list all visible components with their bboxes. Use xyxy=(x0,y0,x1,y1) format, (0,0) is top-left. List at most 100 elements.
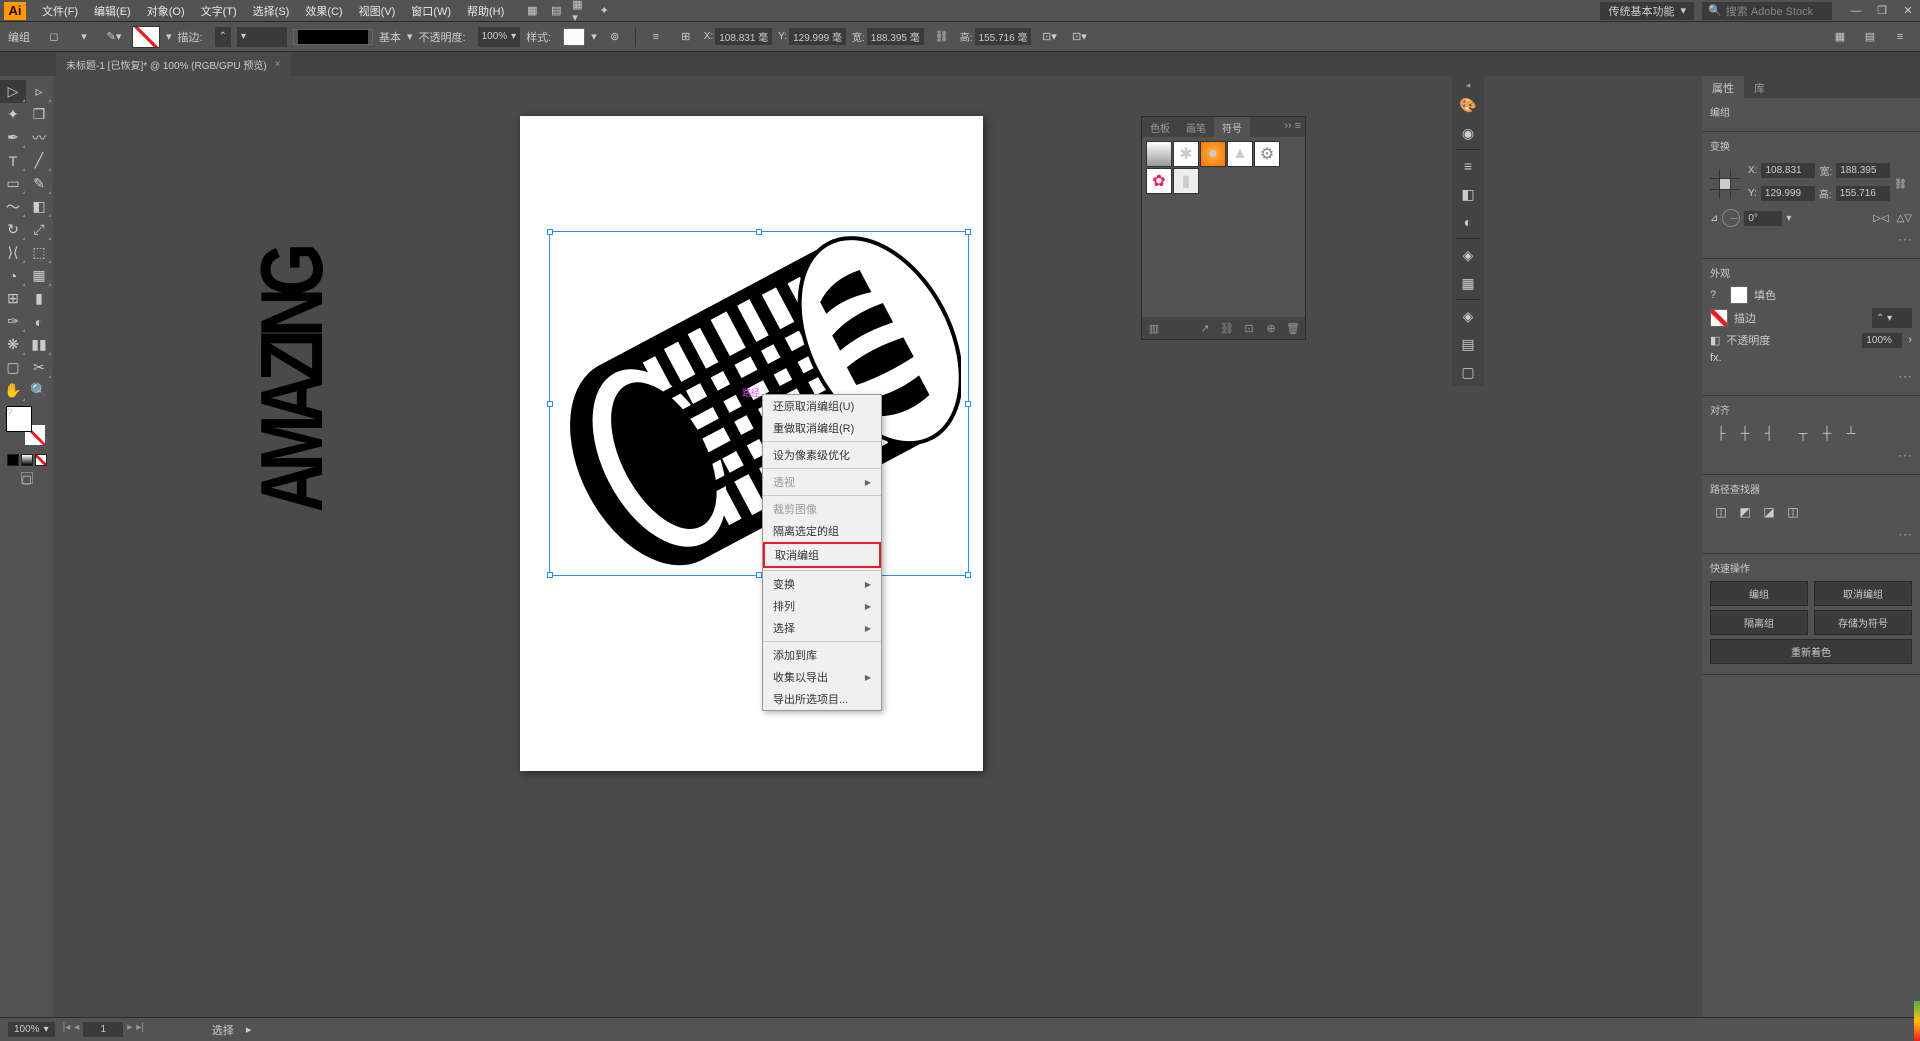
stroke-color-swatch[interactable] xyxy=(1710,309,1728,327)
stock-search[interactable]: 🔍搜索 Adobe Stock xyxy=(1702,2,1832,20)
paintbrush-tool[interactable]: ✎ xyxy=(26,172,52,195)
fill-swatch[interactable] xyxy=(132,26,160,48)
menu-file[interactable]: 文件(F) xyxy=(34,0,86,21)
symbol-item[interactable]: ▮ xyxy=(1173,168,1199,194)
color-panel-icon[interactable]: 🎨 xyxy=(1454,91,1482,119)
prop-h[interactable] xyxy=(1836,186,1890,201)
magic-wand-tool[interactable]: ✦ xyxy=(0,103,26,126)
panel-tab-swatches[interactable]: 色板 xyxy=(1142,117,1178,137)
more-opts-icon[interactable]: ⊡▾ xyxy=(1067,26,1091,48)
opacity-value[interactable]: 100%▾ xyxy=(478,27,521,47)
pf-exclude[interactable]: ◫ xyxy=(1782,502,1804,522)
stroke-panel-icon[interactable]: ≡ xyxy=(1454,152,1482,180)
panel-tab-symbols[interactable]: 符号 xyxy=(1214,117,1250,137)
reference-grid-icon[interactable]: ⊞ xyxy=(674,26,698,48)
stroke-weight-dd[interactable]: ⌃ ▾ xyxy=(1872,308,1912,328)
asset-export-icon[interactable]: ▤ xyxy=(1454,330,1482,358)
btn-ungroup[interactable]: 取消编组 xyxy=(1814,581,1912,606)
prop-w[interactable] xyxy=(1836,163,1890,178)
break-link-icon[interactable]: ⛓ xyxy=(1219,320,1235,336)
zoom-tool[interactable]: 🔍 xyxy=(26,379,52,402)
menu-edit[interactable]: 编辑(E) xyxy=(86,0,139,21)
align-bottom[interactable]: ┴ xyxy=(1840,423,1862,443)
current-page[interactable]: 1 xyxy=(83,1022,123,1037)
workspace-dropdown[interactable]: 传统基本功能▾ xyxy=(1600,2,1694,20)
eyedropper-tool[interactable]: ✑ xyxy=(0,310,26,333)
prop-opacity[interactable] xyxy=(1862,333,1902,348)
flip-v-icon[interactable]: △▽ xyxy=(1897,213,1912,224)
direct-selection-tool[interactable]: ▹ xyxy=(26,80,52,103)
minimize-button[interactable]: — xyxy=(1848,3,1864,19)
stroke-style-preview[interactable] xyxy=(293,29,373,45)
style-swatch[interactable] xyxy=(563,28,585,46)
rotate-tool[interactable]: ↻ xyxy=(0,218,26,241)
stroke-width-dd[interactable]: ▾ xyxy=(237,27,287,47)
symbol-item[interactable]: ✿ xyxy=(1146,168,1172,194)
gradient-panel-icon[interactable]: ◧ xyxy=(1454,180,1482,208)
hand-tool[interactable]: ✋ xyxy=(0,379,26,402)
cm-arrange[interactable]: 排列▶ xyxy=(763,595,881,617)
symbol-item[interactable]: ▲ xyxy=(1227,141,1253,167)
tab-close-icon[interactable]: × xyxy=(275,59,281,70)
reference-point-grid[interactable] xyxy=(1710,169,1740,199)
sel-handle[interactable] xyxy=(756,229,762,235)
prop-angle[interactable] xyxy=(1744,211,1782,226)
cm-redo[interactable]: 重做取消编组(R) xyxy=(763,417,881,439)
pf-intersect[interactable]: ◪ xyxy=(1758,502,1780,522)
cm-isolate[interactable]: 隔离选定的组 xyxy=(763,520,881,542)
menu-effect[interactable]: 效果(C) xyxy=(297,0,350,21)
tab-libraries[interactable]: 库 xyxy=(1744,76,1775,98)
align-right[interactable]: ┤ xyxy=(1758,423,1780,443)
zoom-level[interactable]: 100%▾ xyxy=(8,1022,55,1037)
align-icon[interactable]: ≡ xyxy=(644,26,668,48)
toggle-icon-d[interactable]: ✦ xyxy=(596,3,612,19)
symbol-item[interactable] xyxy=(1146,141,1172,167)
fill-color-swatch[interactable] xyxy=(1730,286,1748,304)
btn-isolate[interactable]: 隔离组 xyxy=(1710,610,1808,635)
shaper-tool[interactable]: 〜 xyxy=(0,195,26,218)
gradient-tool[interactable]: ▮ xyxy=(26,287,52,310)
cm-perspective[interactable]: 透视▶ xyxy=(763,471,881,493)
pathfinder-more-icon[interactable]: ⋯ xyxy=(1898,526,1912,543)
eraser-tool[interactable]: ◧ xyxy=(26,195,52,218)
column-graph-tool[interactable]: ▮▮ xyxy=(26,333,52,356)
symbol-sprayer-tool[interactable]: ❋ xyxy=(0,333,26,356)
link-wh-icon[interactable]: ⛓ xyxy=(930,26,954,48)
cm-transform[interactable]: 变换▶ xyxy=(763,573,881,595)
selection-tool[interactable]: ▷ xyxy=(0,80,26,103)
blend-tool[interactable]: ◐ xyxy=(26,310,52,333)
menu-type[interactable]: 文字(T) xyxy=(193,0,245,21)
cm-add-library[interactable]: 添加到库 xyxy=(763,644,881,666)
bbox-icon[interactable]: ◻ xyxy=(42,26,66,48)
sel-handle[interactable] xyxy=(547,401,553,407)
coord-w[interactable]: 188.395 毫 xyxy=(867,28,924,45)
edit-icon[interactable]: ✎▾ xyxy=(102,26,126,48)
free-transform-tool[interactable]: ⬚ xyxy=(26,241,52,264)
align-left[interactable]: ├ xyxy=(1710,423,1732,443)
close-button[interactable]: ✕ xyxy=(1900,3,1916,19)
panel-collapse-icon[interactable]: ›› ≡ xyxy=(1280,117,1305,137)
menu-select[interactable]: 选择(S) xyxy=(245,0,298,21)
color-guide-icon[interactable]: ◉ xyxy=(1454,119,1482,147)
shape-builder-tool[interactable]: ◔ xyxy=(0,264,26,287)
toggle-icon-c[interactable]: ▦ ▾ xyxy=(572,3,588,19)
cm-export-selection[interactable]: 导出所选项目... xyxy=(763,688,881,710)
pen-tool[interactable]: ✒ xyxy=(0,126,26,149)
type-tool[interactable]: T xyxy=(0,149,26,172)
mesh-tool[interactable]: ⊞ xyxy=(0,287,26,310)
maximize-button[interactable]: ❐ xyxy=(1874,3,1890,19)
arrange-doc-icon[interactable]: ▤ xyxy=(1858,26,1882,48)
mini-gradient[interactable] xyxy=(21,454,33,466)
flip-h-icon[interactable]: ▷◁ xyxy=(1873,213,1888,224)
menu-help[interactable]: 帮助(H) xyxy=(459,0,512,21)
canvas[interactable]: AMAZING xyxy=(53,76,1702,1017)
symbol-options-icon[interactable]: ⊡ xyxy=(1241,320,1257,336)
graphic-styles-icon[interactable]: ▦ xyxy=(1454,269,1482,297)
shape-opts-icon[interactable]: ⊡▾ xyxy=(1037,26,1061,48)
menu-object[interactable]: 对象(O) xyxy=(139,0,193,21)
next-artboard[interactable]: ▸ xyxy=(127,1022,132,1037)
tab-properties[interactable]: 属性 xyxy=(1702,76,1744,98)
fx-label[interactable]: fx. xyxy=(1710,352,1722,364)
menu-view[interactable]: 视图(V) xyxy=(351,0,404,21)
align-hcenter[interactable]: ┼ xyxy=(1734,423,1756,443)
